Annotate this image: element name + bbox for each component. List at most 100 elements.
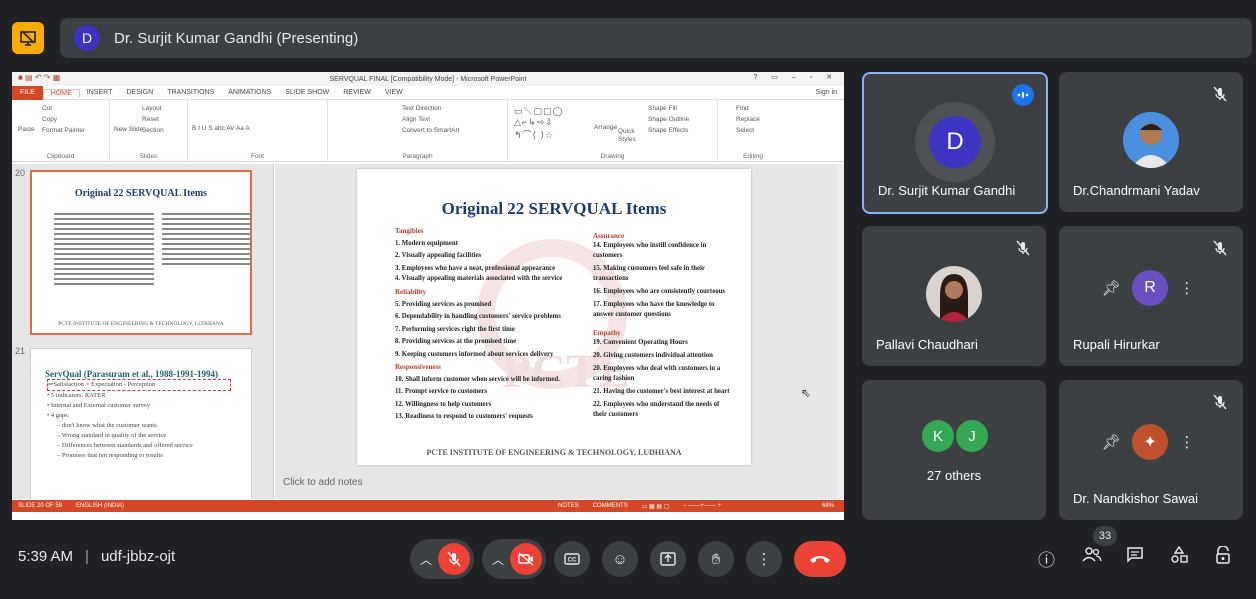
ribbon-shape-effects[interactable]: Shape Effects [648, 125, 688, 136]
ribbon-reset[interactable]: Reset [142, 114, 183, 125]
ppt-tab-review[interactable]: REVIEW [336, 89, 378, 96]
slide-item: Tangibles [395, 227, 424, 235]
meeting-details-icon[interactable]: ⓘ [1038, 546, 1055, 571]
ppt-window-controls[interactable]: ? ▭ – ▫ ✕ [753, 73, 838, 81]
raise-hand-button[interactable]: ✋︎ [698, 541, 734, 577]
slide-item: 9. Keeping customers informed about serv… [395, 350, 554, 358]
people-icon[interactable] [1082, 546, 1102, 564]
ribbon-copy[interactable]: Copy [42, 114, 105, 125]
meeting-code[interactable]: udf-jbbz-ojt [101, 548, 175, 565]
status-language[interactable]: ENGLISH (INDIA) [76, 503, 124, 509]
pin-icon[interactable]: 📌︎ [1102, 433, 1121, 451]
view-buttons-icon[interactable]: ▭ ▦ ▤ ▢ [642, 503, 670, 510]
notes-pane[interactable]: Click to add notes [275, 469, 844, 499]
tile-hover-controls: 📌︎ R ⋮ [1086, 268, 1210, 308]
ribbon-align-text[interactable]: Align Text [402, 114, 503, 125]
shapes-gallery-icon[interactable]: ▭＼▢▢◯ △⌐↳⇨⇩ ↰⌒⟨ ⟩☆ [514, 104, 564, 141]
camera-off-button[interactable] [510, 543, 542, 575]
status-zoom[interactable]: 68% [822, 503, 834, 509]
presentation-icon[interactable] [12, 22, 44, 54]
thumb20-left-lines [54, 210, 154, 288]
ribbon-format-painter[interactable]: Format Painter [42, 125, 105, 136]
zoom-slider[interactable]: – ——+—— + [683, 503, 721, 509]
ribbon-shape-fill[interactable]: Shape Fill [648, 103, 677, 114]
ribbon-paste[interactable]: Paste [18, 124, 35, 135]
ribbon-label-paragraph: Paragraph [402, 153, 433, 160]
ppt-tab-slideshow[interactable]: SLIDE SHOW [278, 89, 336, 96]
ribbon-text-direction[interactable]: Text Direction [402, 103, 503, 114]
activities-icon[interactable] [1170, 546, 1188, 564]
slide-item: 19. Convenient Operating Hours [593, 339, 688, 346]
chevron-up-icon[interactable]: ︿ [414, 551, 438, 568]
captions-button[interactable]: CC [554, 541, 590, 577]
ppt-sign-in[interactable]: Sign in [809, 89, 844, 96]
ribbon-layout[interactable]: Layout [142, 103, 183, 114]
slide-item: Reliability [395, 288, 427, 296]
slide-item: Assurance [593, 232, 625, 240]
ribbon-label-font: Font [250, 153, 264, 160]
ribbon-find[interactable]: Find [736, 103, 784, 114]
top-bar: D Dr. Surjit Kumar Gandhi (Presenting) [0, 0, 1256, 72]
slide-item: Responsiveness [395, 363, 441, 371]
ribbon-shape-outline[interactable]: Shape Outline [648, 114, 689, 125]
ppt-tab-transitions[interactable]: TRANSITIONS [160, 89, 221, 96]
ribbon-select[interactable]: Select [736, 125, 784, 136]
participant-tile-nandkishor[interactable]: 📌︎ ✦ ⋮ Dr. Nandkishor Sawai [1059, 380, 1243, 520]
ppt-tab-home[interactable]: HOME [42, 88, 80, 97]
host-controls-icon[interactable] [1214, 546, 1232, 564]
participant-name: Dr. Nandkishor Sawai [1073, 491, 1198, 506]
ribbon-font-format[interactable]: B I U S abc AV Aa A [192, 123, 323, 134]
avatar-letter: D [929, 116, 981, 168]
slide-item: 22. Employees who understand the needs o… [593, 401, 720, 418]
ppt-tab-file[interactable]: FILE [12, 85, 43, 100]
ribbon-replace[interactable]: Replace [736, 114, 784, 125]
thumb21-line: – Differences between standards and offe… [57, 442, 193, 449]
ribbon-smartart[interactable]: Convert to SmartArt [402, 125, 503, 136]
slide-item: 5. Providing services as promised [395, 300, 492, 308]
chevron-up-icon[interactable]: ︿ [486, 551, 510, 568]
ribbon-arrange[interactable]: Arrange [594, 122, 617, 133]
slide-item: 12. Willingness to help customers [395, 400, 492, 408]
separator: | [85, 548, 89, 565]
slide-thumbnail-20[interactable]: Original 22 SERVQUAL Items PCTE INSTITUT… [30, 170, 252, 335]
ribbon-section[interactable]: Section [142, 125, 183, 136]
current-time: 5:39 AM [18, 548, 74, 565]
vertical-scrollbar[interactable] [837, 164, 844, 499]
status-comments[interactable]: COMMENTS [593, 503, 628, 509]
ppt-tab-design[interactable]: DESIGN [119, 89, 160, 96]
participant-tile-others[interactable]: K J 27 others [862, 380, 1046, 520]
more-options-icon[interactable]: ⋮ [1179, 433, 1194, 451]
ppt-tab-animations[interactable]: ANIMATIONS [221, 89, 278, 96]
participant-tile-rupali[interactable]: 📌︎ R ⋮ Rupali Hirurkar [1059, 226, 1243, 366]
current-slide[interactable]: PCTE Original 22 SERVQUAL Items Tangible… [357, 169, 751, 465]
participant-photo: ✦ [1132, 424, 1169, 460]
ppt-tab-insert[interactable]: INSERT [80, 89, 120, 96]
more-options-button[interactable]: ⋮ [746, 541, 782, 577]
more-options-icon[interactable]: ⋮ [1179, 279, 1194, 297]
mic-off-icon [1213, 394, 1227, 410]
participant-tile-chandrmani[interactable]: Dr.Chandrmani Yadav [1059, 72, 1243, 212]
ppt-quick-access[interactable]: ■ ▤ ↶ ↷ ▦ [18, 73, 60, 82]
meeting-info: 5:39 AM | udf-jbbz-ojt [18, 548, 175, 565]
present-screen-button[interactable] [650, 541, 686, 577]
ribbon-label-editing: Editing [743, 153, 763, 160]
slide-thumbnail-21[interactable]: ServQual (Parasuram et al., 1988-1991-19… [30, 348, 252, 499]
pin-icon[interactable]: 📌︎ [1102, 279, 1121, 297]
participant-tile-surjit[interactable]: D Dr. Surjit Kumar Gandhi [862, 72, 1048, 214]
emoji-button[interactable]: ☺ [602, 541, 638, 577]
participant-name: Rupali Hirurkar [1073, 337, 1160, 352]
participant-tile-pallavi[interactable]: Pallavi Chaudhari [862, 226, 1046, 366]
ribbon-new-slide[interactable]: New Slide [114, 124, 143, 135]
mic-off-button[interactable] [438, 543, 470, 575]
thumb-number-21: 21 [15, 346, 26, 356]
leave-call-button[interactable] [794, 541, 846, 577]
ribbon-cut[interactable]: Cut [42, 103, 105, 114]
ppt-tab-view[interactable]: VIEW [378, 89, 410, 96]
mic-off-icon [1213, 86, 1227, 102]
ribbon-quick-styles[interactable]: Quick Styles [618, 128, 638, 144]
shared-screen: ■ ▤ ↶ ↷ ▦ SERVQUAL FINAL [Compatibility … [12, 72, 844, 520]
status-notes[interactable]: NOTES [558, 503, 579, 509]
thumb21-line: – Wrong standard in quality of the servi… [57, 432, 167, 439]
chat-icon[interactable] [1126, 546, 1144, 564]
slide-thumbnails-pane[interactable]: 20 Original 22 SERVQUAL Items PCTE INSTI… [12, 164, 274, 499]
